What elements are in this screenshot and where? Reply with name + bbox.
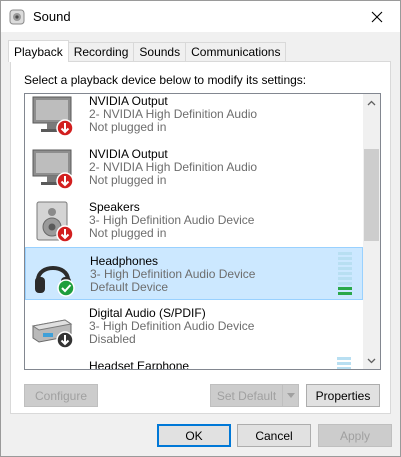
volume-meter xyxy=(338,252,352,295)
device-status: Not plugged in xyxy=(89,173,167,187)
device-item[interactable]: Digital Audio (S/PDIF) 3- High Definitio… xyxy=(25,300,363,353)
device-driver: 3- High Definition Audio Device xyxy=(89,213,255,227)
device-name: Digital Audio (S/PDIF) xyxy=(89,306,206,320)
chevron-up-icon xyxy=(367,100,376,105)
instruction-text: Select a playback device below to modify… xyxy=(24,73,307,87)
device-name: NVIDIA Output xyxy=(89,94,168,108)
volume-meter xyxy=(337,357,351,369)
configure-button[interactable]: Configure xyxy=(24,384,98,407)
tab-communications[interactable]: Communications xyxy=(185,42,287,61)
device-driver: 2- NVIDIA High Definition Audio xyxy=(89,107,258,121)
device-driver: 3- High Definition Audio Device xyxy=(89,319,255,333)
device-item[interactable]: NVIDIA Output 2- NVIDIA High Definition … xyxy=(25,141,363,194)
device-name: Headset Earphone xyxy=(89,359,190,370)
device-list[interactable]: NVIDIA Output 2- NVIDIA High Definition … xyxy=(24,93,381,370)
device-name: Headphones xyxy=(90,254,159,268)
device-driver: 3- High Definition Audio Device xyxy=(90,267,256,281)
device-driver: 2- NVIDIA High Definition Audio xyxy=(89,160,258,174)
speaker-icon xyxy=(36,201,74,243)
device-item[interactable]: Headset Earphone xyxy=(25,353,363,370)
apply-button[interactable]: Apply xyxy=(318,424,392,447)
monitor-icon xyxy=(32,96,74,137)
device-status: Not plugged in xyxy=(89,226,167,240)
tab-playback[interactable]: Playback xyxy=(8,40,69,62)
cancel-button[interactable]: Cancel xyxy=(237,424,311,447)
list-scrollbar[interactable] xyxy=(363,94,380,369)
default-check-icon xyxy=(57,279,75,297)
speaker-app-icon xyxy=(9,9,25,25)
close-button[interactable] xyxy=(354,1,400,32)
device-item-selected[interactable]: Headphones 3- High Definition Audio Devi… xyxy=(25,247,363,300)
device-status: Not plugged in xyxy=(89,120,167,134)
headset-icon xyxy=(31,359,77,370)
set-default-dropdown[interactable] xyxy=(282,384,299,407)
close-icon xyxy=(371,11,383,22)
playback-panel: Select a playback device below to modify… xyxy=(10,61,391,414)
window-title: Sound xyxy=(33,9,71,24)
monitor-icon xyxy=(32,149,74,190)
device-item[interactable]: Speakers 3- High Definition Audio Device… xyxy=(25,194,363,247)
scroll-thumb[interactable] xyxy=(364,149,379,241)
ok-button[interactable]: OK xyxy=(157,424,231,447)
device-name: Speakers xyxy=(89,200,140,214)
title-bar: Sound xyxy=(1,1,400,32)
properties-button[interactable]: Properties xyxy=(306,384,380,407)
sound-dialog: Sound Playback Recording Sounds Communic… xyxy=(0,0,401,457)
device-item[interactable]: NVIDIA Output 2- NVIDIA High Definition … xyxy=(25,94,363,141)
chevron-down-icon xyxy=(286,393,295,398)
tab-strip: Playback Recording Sounds Communications xyxy=(8,40,287,62)
tab-sounds[interactable]: Sounds xyxy=(133,42,187,61)
device-status: Default Device xyxy=(90,280,169,294)
headphones-icon xyxy=(35,266,75,297)
device-status: Disabled xyxy=(89,332,136,346)
scroll-down-button[interactable] xyxy=(363,352,380,369)
digital-audio-icon xyxy=(31,319,74,349)
set-default-button[interactable]: Set Default xyxy=(210,384,283,407)
scroll-up-button[interactable] xyxy=(363,94,380,111)
device-name: NVIDIA Output xyxy=(89,147,168,161)
tab-recording[interactable]: Recording xyxy=(67,42,135,61)
chevron-down-icon xyxy=(367,358,376,363)
